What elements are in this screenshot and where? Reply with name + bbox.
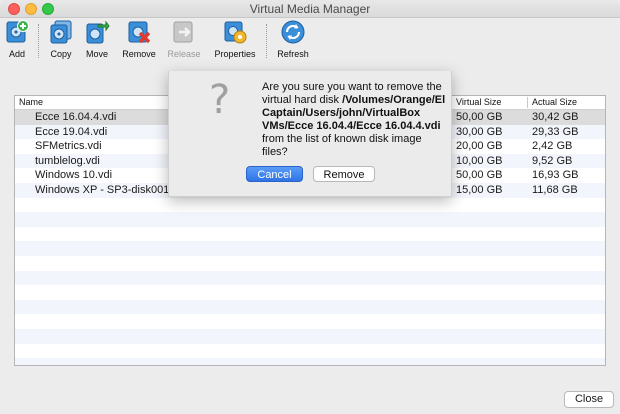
add-label: Add <box>8 49 25 59</box>
column-divider <box>527 97 528 108</box>
row-name: SFMetrics.vdi <box>35 140 102 153</box>
cancel-button[interactable]: Cancel <box>246 166 303 182</box>
empty-row <box>15 344 605 359</box>
empty-row <box>15 285 605 300</box>
virtual-media-manager-window: Virtual Media Manager Add Copy Move Remo… <box>0 0 620 414</box>
row-name: Ecce 19.04.vdi <box>35 125 108 138</box>
properties-icon <box>224 21 247 44</box>
row-actual-size: 29,33 GB <box>532 125 579 138</box>
empty-row <box>15 212 605 227</box>
row-actual-size: 2,42 GB <box>532 140 573 153</box>
add-disk-icon <box>6 20 29 43</box>
title-bar: Virtual Media Manager <box>0 0 620 18</box>
empty-row <box>15 227 605 242</box>
move-button[interactable]: Move <box>82 18 112 59</box>
empty-row <box>15 270 605 286</box>
properties-label: Properties <box>214 49 256 59</box>
empty-row <box>15 241 605 256</box>
question-mark-icon: ? <box>209 77 231 123</box>
add-button[interactable]: Add <box>2 18 32 59</box>
toolbar-separator <box>38 24 39 58</box>
toolbar-separator <box>266 24 267 58</box>
row-virtual-size: 30,00 GB <box>456 125 503 138</box>
release-button[interactable]: Release <box>166 18 202 59</box>
row-virtual-size: 50,00 GB <box>456 169 503 182</box>
empty-row <box>15 328 605 344</box>
row-name: Windows 10.vdi <box>35 169 113 182</box>
row-name: Windows XP - SP3-disk001. <box>35 183 173 196</box>
row-virtual-size: 15,00 GB <box>456 183 503 196</box>
remove-confirmation-dialog: ? Are you sure you want to remove the vi… <box>168 71 452 197</box>
empty-row <box>15 198 605 213</box>
remove-button[interactable]: Remove <box>120 18 158 59</box>
close-button[interactable]: Close <box>564 391 614 408</box>
column-header-actual-size[interactable]: Actual Size <box>532 97 577 107</box>
release-disk-icon <box>173 21 193 43</box>
refresh-button[interactable]: Refresh <box>274 18 312 59</box>
row-virtual-size: 50,00 GB <box>456 111 503 123</box>
row-actual-size: 16,93 GB <box>532 169 579 182</box>
row-actual-size: 9,52 GB <box>532 154 573 167</box>
empty-row <box>15 256 605 271</box>
toolbar: Add Copy Move Remove Release Properties … <box>0 18 620 62</box>
window-title: Virtual Media Manager <box>249 2 371 16</box>
column-header-name[interactable]: Name <box>19 97 43 107</box>
row-name: Ecce 16.04.4.vdi <box>35 111 117 123</box>
properties-button[interactable]: Properties <box>212 18 258 59</box>
row-virtual-size: 20,00 GB <box>456 140 503 153</box>
row-actual-size: 11,68 GB <box>532 183 578 196</box>
message-suffix: from the list of known disk image files? <box>262 133 422 158</box>
copy-button[interactable]: Copy <box>46 18 76 59</box>
row-virtual-size: 10,00 GB <box>456 154 503 167</box>
empty-row <box>15 299 605 315</box>
column-header-virtual-size[interactable]: Virtual Size <box>456 97 501 107</box>
remove-label: Remove <box>122 49 156 59</box>
move-disk-icon <box>86 20 110 44</box>
refresh-label: Refresh <box>277 49 309 59</box>
remove-disk-icon <box>128 21 151 44</box>
refresh-icon <box>281 20 305 44</box>
empty-row <box>15 314 605 329</box>
row-name: tumblelog.vdi <box>35 154 100 167</box>
move-label: Move <box>85 49 108 59</box>
remove-confirm-button[interactable]: Remove <box>313 166 375 182</box>
copy-label: Copy <box>50 49 72 59</box>
release-label: Release <box>167 49 201 59</box>
empty-row <box>15 358 605 365</box>
dialog-message: Are you sure you want to remove the virt… <box>262 81 448 159</box>
copy-disk-icon <box>50 20 72 44</box>
row-actual-size: 30,42 GB <box>532 111 579 123</box>
